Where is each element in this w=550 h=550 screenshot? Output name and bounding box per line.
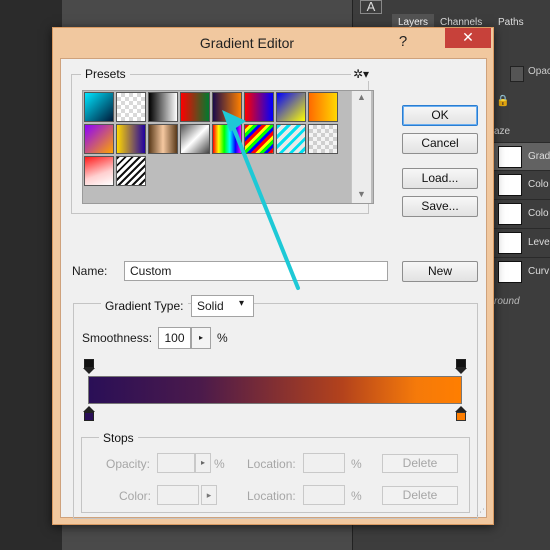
cancel-button[interactable]: Cancel (402, 133, 478, 154)
stop-opacity-unit: % (214, 457, 225, 471)
opacity-location-label: Location: (247, 457, 296, 471)
layer-thumbnail (498, 146, 522, 168)
fill-label: aze (494, 126, 511, 137)
save-button[interactable]: Save... (402, 196, 478, 217)
preset-swatch[interactable] (148, 124, 178, 154)
layer-thumbnail (498, 174, 522, 196)
preset-swatch[interactable] (116, 92, 146, 122)
gradient-type-select[interactable]: Solid (191, 295, 254, 317)
name-input[interactable]: Custom (124, 261, 388, 281)
layer-label: Grad (528, 151, 550, 162)
dialog-title: Gradient Editor (199, 35, 295, 51)
name-label: Name: (72, 264, 108, 278)
help-button[interactable]: ? (393, 32, 413, 52)
layer-thumbnail (498, 232, 522, 254)
stop-opacity-slider-button[interactable]: ▸ (195, 453, 211, 473)
presets-scrollbar[interactable]: ▲ ▼ (351, 91, 371, 203)
gradient-type-label: Gradient Type: (101, 299, 188, 313)
chevron-down-icon[interactable]: ▾ (239, 298, 244, 309)
gradient-editor-dialog: Gradient Editor ? ✕ Presets ✲▾ ▲ ▼ OK Ca… (52, 27, 494, 525)
presets-title: Presets (81, 67, 130, 81)
layer-row[interactable]: Colo (490, 170, 550, 198)
layer-row[interactable]: Leve (490, 228, 550, 256)
smoothness-label: Smoothness: (82, 331, 153, 345)
smoothness-input[interactable]: 100 (158, 327, 191, 349)
stop-color-swatch[interactable] (157, 485, 199, 505)
delete-opacity-stop-button[interactable]: Delete (382, 454, 458, 473)
layer-label: Colo (528, 208, 549, 219)
layer-thumbnail (498, 261, 522, 283)
smoothness-slider-button[interactable]: ▸ (191, 327, 211, 349)
opacity-location-input[interactable] (303, 453, 345, 473)
layer-thumbnail (498, 203, 522, 225)
background-layer-label: round (494, 296, 520, 307)
load-button[interactable]: Load... (402, 168, 478, 189)
resize-grip-icon[interactable]: ⋰ (476, 507, 486, 517)
gradient-preview-bar[interactable] (88, 376, 462, 404)
preset-swatch[interactable] (276, 124, 306, 154)
gear-icon[interactable]: ✲▾ (351, 67, 372, 81)
blend-mode-stepper[interactable] (510, 66, 524, 82)
preset-swatch[interactable] (148, 92, 178, 122)
stop-color-menu-button[interactable]: ▸ (201, 485, 217, 505)
ok-button[interactable]: OK (402, 105, 478, 126)
delete-color-stop-button[interactable]: Delete (382, 486, 458, 505)
preset-swatch[interactable] (212, 92, 242, 122)
preset-swatch[interactable] (244, 92, 274, 122)
preset-swatch[interactable] (244, 124, 274, 154)
layer-label: Curv (528, 266, 550, 277)
layer-opacity-label: Opac (528, 66, 550, 77)
stops-title: Stops (99, 431, 138, 445)
preset-swatch[interactable] (84, 124, 114, 154)
title-bar[interactable]: Gradient Editor ? ✕ (53, 28, 493, 58)
smoothness-unit: % (217, 331, 228, 345)
new-button[interactable]: New (402, 261, 478, 282)
opacity-location-unit: % (351, 457, 362, 471)
color-location-input[interactable] (303, 485, 345, 505)
preset-swatch[interactable] (180, 92, 210, 122)
opacity-stop-right[interactable] (455, 359, 467, 374)
layer-row[interactable]: Curv (490, 257, 550, 285)
dialog-body: Presets ✲▾ ▲ ▼ OK Cancel Load... Save...… (60, 58, 487, 519)
preset-swatch[interactable] (116, 124, 146, 154)
preset-swatch[interactable] (84, 156, 114, 186)
preset-swatch[interactable] (276, 92, 306, 122)
stop-opacity-label: Opacity: (106, 457, 151, 471)
preset-swatch[interactable] (84, 92, 114, 122)
scroll-down-icon[interactable]: ▼ (357, 189, 366, 199)
tab-paths[interactable]: Paths (492, 14, 530, 32)
layer-label: Colo (528, 179, 549, 190)
preset-swatch[interactable] (180, 124, 210, 154)
color-location-unit: % (351, 489, 362, 503)
stop-opacity-input[interactable] (157, 453, 195, 473)
color-location-label: Location: (247, 489, 296, 503)
preset-swatch[interactable] (308, 124, 338, 154)
text-tool-icon[interactable]: A (360, 0, 382, 14)
stop-color-label: Color: (119, 489, 152, 503)
scroll-up-icon[interactable]: ▲ (357, 92, 366, 102)
preset-swatch[interactable] (212, 124, 242, 154)
layer-row[interactable]: Grad (490, 142, 550, 170)
close-button[interactable]: ✕ (445, 28, 491, 48)
color-stop-right[interactable] (455, 406, 467, 421)
close-icon: ✕ (462, 29, 474, 45)
preset-swatch[interactable] (308, 92, 338, 122)
lock-icon[interactable]: 🔒 (496, 94, 510, 107)
opacity-stop-left[interactable] (83, 359, 95, 374)
layer-row[interactable]: Colo (490, 199, 550, 227)
presets-swatch-grid (82, 90, 374, 204)
color-stop-left[interactable] (83, 406, 95, 421)
preset-swatch[interactable] (116, 156, 146, 186)
layer-label: Leve (528, 237, 550, 248)
